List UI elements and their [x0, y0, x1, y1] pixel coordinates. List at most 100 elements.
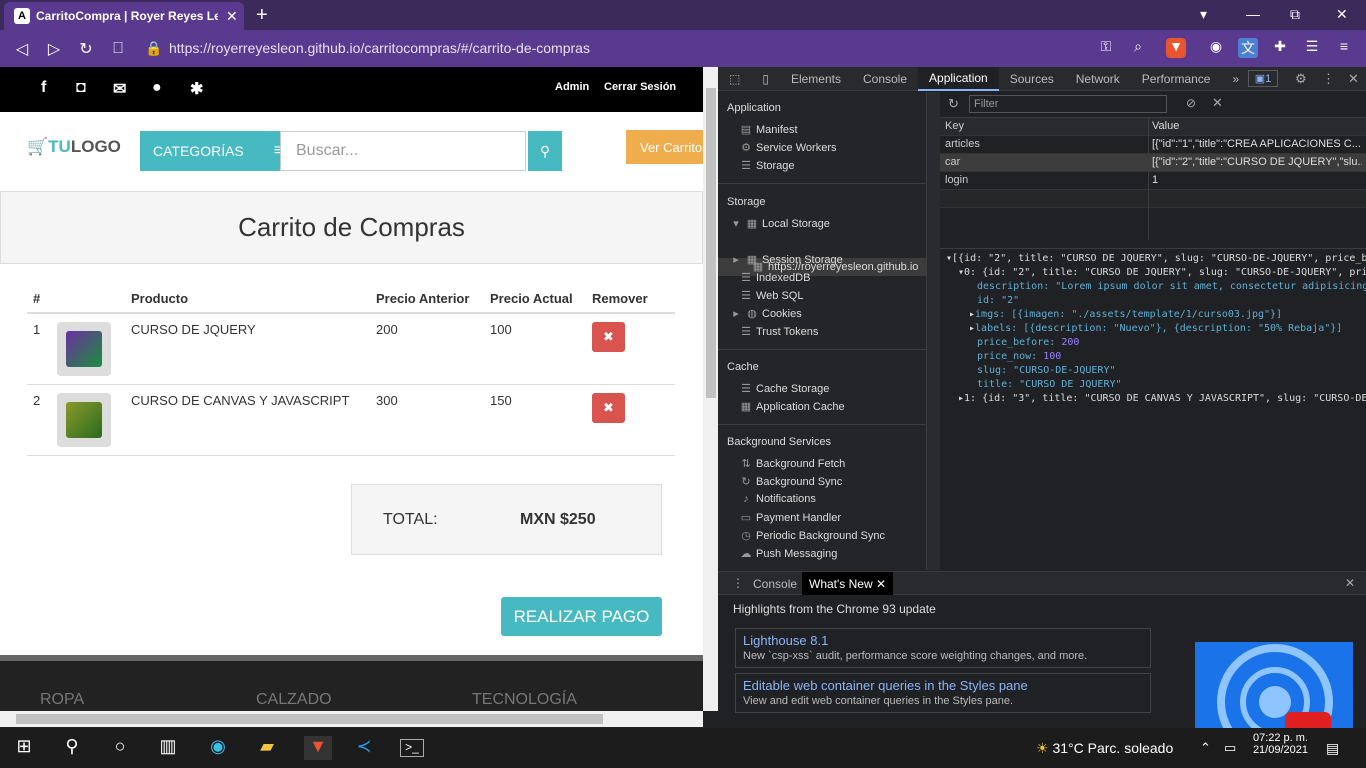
mail-icon[interactable]: ✉ — [113, 79, 126, 99]
sidebar-item-background-fetch[interactable]: ⇅ Background Fetch — [740, 457, 845, 470]
tab-close-icon[interactable]: ✕ — [226, 8, 238, 25]
search-input[interactable]: Buscar... — [280, 131, 526, 171]
tab-search-icon[interactable]: ▾ — [1200, 6, 1207, 23]
remove-button[interactable]: ✖ — [592, 322, 625, 352]
delete-selected-icon[interactable]: ✕ — [1212, 95, 1223, 111]
sidebar-item-background-sync[interactable]: ↻ Background Sync — [740, 475, 842, 488]
table-row[interactable]: login 1 — [940, 172, 1366, 190]
close-devtools-icon[interactable]: ✕ — [1348, 71, 1359, 87]
table-row[interactable]: articles [{"id":"1","title":"CREA APLICA… — [940, 136, 1366, 154]
facebook-icon[interactable]: f — [41, 79, 46, 97]
minimize-button[interactable]: — — [1246, 6, 1260, 22]
windows-start-icon[interactable]: ⊞ — [12, 736, 36, 760]
json-line[interactable]: ▸labels: [{description: "Nuevo"}, {descr… — [969, 323, 1342, 334]
json-line[interactable]: ▸imgs: [{imagen: "./assets/template/1/cu… — [969, 309, 1282, 320]
vscode-icon[interactable]: ≺ — [352, 736, 376, 760]
extensions-puzzle-icon[interactable]: ✚ — [1270, 38, 1290, 58]
forward-icon[interactable]: ▷ — [38, 39, 70, 59]
url-field[interactable]: 🔒 https://royerreyesleon.github.io/carri… — [145, 36, 1195, 60]
inspect-icon[interactable]: ⬚ — [718, 67, 751, 91]
tab-application[interactable]: Application — [918, 66, 999, 91]
sidebar-item-service-workers[interactable]: ⚙ Service Workers — [740, 141, 836, 154]
instagram-icon[interactable]: ◘ — [76, 79, 86, 97]
sidebar-item-indexeddb[interactable]: ☰ IndexedDB — [740, 271, 810, 284]
news-card[interactable]: Lighthouse 8.1 New `csp-xss` audit, perf… — [735, 628, 1151, 668]
terminal-icon[interactable]: >_ — [400, 739, 424, 757]
site-logo[interactable]: 🛒TULOGO — [27, 137, 121, 157]
more-tabs-icon[interactable]: » — [1221, 67, 1250, 91]
issues-badge[interactable]: ▣ 1 — [1248, 70, 1278, 87]
refresh-icon[interactable]: ↻ — [948, 96, 959, 112]
back-icon[interactable]: ◁ — [6, 39, 38, 59]
device-toggle-icon[interactable]: ▯ — [751, 67, 780, 91]
weather-widget[interactable]: ☀ 31°C Parc. soleado — [1036, 740, 1173, 757]
json-line[interactable]: ▾0: {id: "2", title: "CURSO DE JQUERY", … — [958, 267, 1366, 278]
browser-tab[interactable]: A CarritoCompra | Royer Reyes León ✕ — [4, 2, 244, 30]
search-button[interactable]: ⚲ — [528, 131, 562, 171]
tab-elements[interactable]: Elements — [780, 67, 852, 91]
sidebar-item-trust-tokens[interactable]: ☰ Trust Tokens — [740, 325, 818, 338]
json-line[interactable]: ▸1: {id: "3", title: "CURSO DE CANVAS Y … — [958, 393, 1366, 404]
filter-input[interactable]: Filter — [969, 95, 1167, 113]
brave-shield-icon[interactable]: ▼ — [1166, 38, 1186, 58]
apple-icon[interactable]: ● — [152, 79, 162, 97]
drawer-menu-icon[interactable]: ⋮ — [732, 576, 744, 590]
close-window-button[interactable]: ✕ — [1336, 6, 1348, 23]
bookmark-icon[interactable]: ⎕ — [102, 40, 134, 58]
video-thumbnail[interactable] — [1195, 642, 1353, 728]
notifications-icon[interactable]: ▤ — [1326, 740, 1339, 757]
table-row[interactable]: car [{"id":"2","title":"CURSO DE JQUERY"… — [940, 154, 1366, 172]
task-view-icon[interactable]: ▥ — [156, 736, 180, 760]
horizontal-scrollbar-thumb[interactable] — [16, 714, 603, 724]
file-explorer-icon[interactable]: ▰ — [255, 736, 279, 760]
tab-performance[interactable]: Performance — [1131, 67, 1222, 91]
clock[interactable]: 07:22 p. m. 21/09/2021 — [1250, 732, 1308, 756]
sidebar-item-periodic-sync[interactable]: ◷ Periodic Background Sync — [740, 529, 885, 542]
maximize-button[interactable]: ⧉ — [1290, 6, 1300, 23]
tab-network[interactable]: Network — [1065, 67, 1131, 91]
logout-link[interactable]: Cerrar Sesión — [604, 81, 676, 93]
sidebar-item-cache-storage[interactable]: ☰ Cache Storage — [740, 382, 829, 395]
android-icon[interactable]: ✱ — [190, 79, 203, 99]
new-tab-button[interactable]: + — [256, 4, 268, 27]
footer-category[interactable]: TECNOLOGÍA — [472, 691, 577, 709]
sidebar-item-notifications[interactable]: ♪ Notifications — [740, 493, 816, 505]
search-icon[interactable]: ⚲ — [60, 736, 84, 760]
sidebar-item-local-storage[interactable]: ▾ ▦ Local Storage — [730, 217, 830, 230]
close-drawer-icon[interactable]: ✕ — [1345, 576, 1355, 590]
sidebar-item-manifest[interactable]: ▤ Manifest — [740, 123, 798, 136]
zoom-icon[interactable]: ⌕ — [1128, 38, 1148, 58]
sidebar-item-app-cache[interactable]: ▦ Application Cache — [740, 400, 845, 413]
reload-icon[interactable]: ↻ — [70, 39, 102, 59]
json-line[interactable]: ▾[{id: "2", title: "CURSO DE JQUERY", sl… — [946, 253, 1366, 264]
clear-all-icon[interactable]: ⊘ — [1186, 96, 1196, 110]
sidebar-item-payment-handler[interactable]: ▭ Payment Handler — [740, 511, 841, 524]
drawer-tab-whats-new[interactable]: What's New ✕ — [802, 572, 894, 595]
settings-icon[interactable]: ⚙ — [1295, 71, 1307, 87]
brave-icon[interactable]: ▼ — [304, 736, 332, 760]
sidebar-item-push-messaging[interactable]: ☁ Push Messaging — [740, 547, 838, 560]
categories-button[interactable]: CATEGORÍAS ≡ — [140, 131, 283, 171]
sidebar-item-cookies[interactable]: ▸ ◍ Cookies — [730, 307, 802, 320]
extension-icon[interactable]: ◉ — [1206, 38, 1226, 58]
tab-sources[interactable]: Sources — [999, 67, 1065, 91]
sidebar-item-websql[interactable]: ☰ Web SQL — [740, 289, 803, 302]
translate-icon[interactable]: 文 — [1238, 38, 1258, 58]
pay-button[interactable]: REALIZAR PAGO — [501, 597, 662, 636]
keyboard-icon[interactable]: ▭ — [1224, 740, 1236, 756]
sidebar-item-storage[interactable]: ☰ Storage — [740, 159, 794, 172]
remove-button[interactable]: ✖ — [592, 393, 625, 423]
news-card[interactable]: Editable web container queries in the St… — [735, 673, 1151, 713]
key-icon[interactable]: ⚿ — [1096, 38, 1116, 58]
tab-console[interactable]: Console — [852, 67, 918, 91]
sidebar-scrollbar[interactable] — [927, 92, 940, 570]
playlist-icon[interactable]: ☰ — [1302, 38, 1322, 58]
cortana-icon[interactable]: ○ — [108, 736, 132, 760]
menu-icon[interactable]: ≡ — [1334, 38, 1354, 58]
edge-icon[interactable]: ◉ — [206, 736, 230, 760]
drawer-tab-console[interactable]: Console — [753, 577, 797, 591]
vertical-scrollbar-thumb[interactable] — [706, 88, 716, 398]
sidebar-item-session-storage[interactable]: ▸ ▦ Session Storage — [730, 253, 842, 266]
tray-chevron-icon[interactable]: ⌃ — [1200, 740, 1211, 756]
kebab-menu-icon[interactable]: ⋮ — [1322, 71, 1335, 87]
